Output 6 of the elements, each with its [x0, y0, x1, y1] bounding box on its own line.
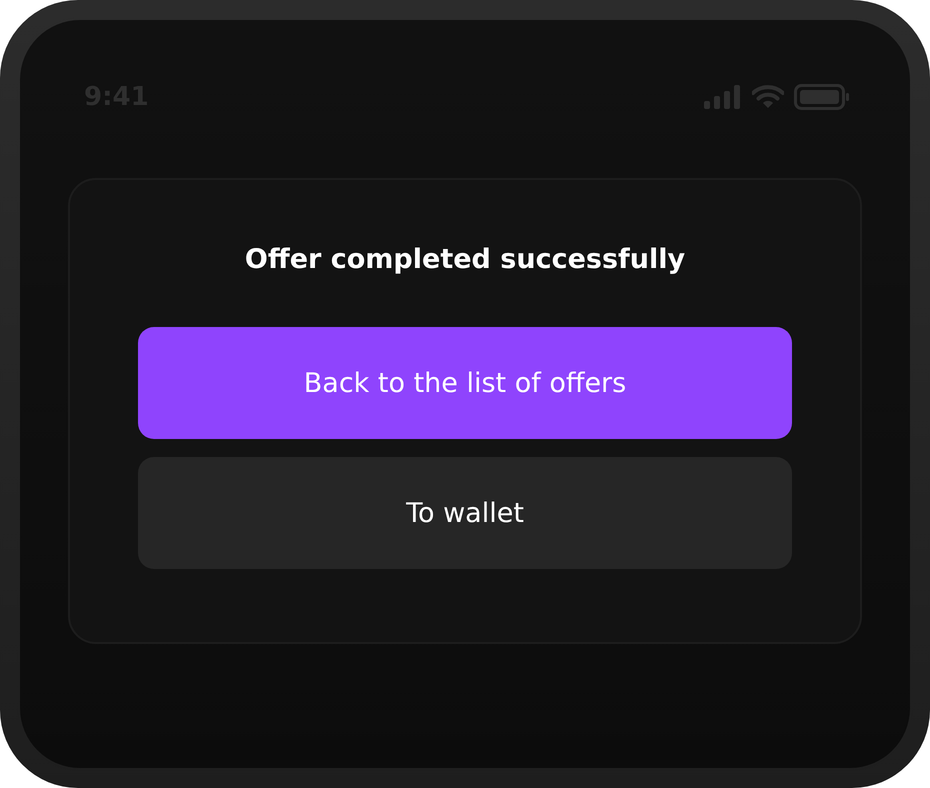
- dialog-title: Offer completed successfully: [244, 244, 686, 275]
- back-to-offers-button[interactable]: Back to the list of offers: [138, 327, 792, 439]
- wifi-icon: [752, 85, 784, 109]
- battery-icon: [794, 84, 850, 110]
- wallet-button[interactable]: To wallet: [138, 457, 792, 569]
- signal-icon: [704, 85, 742, 109]
